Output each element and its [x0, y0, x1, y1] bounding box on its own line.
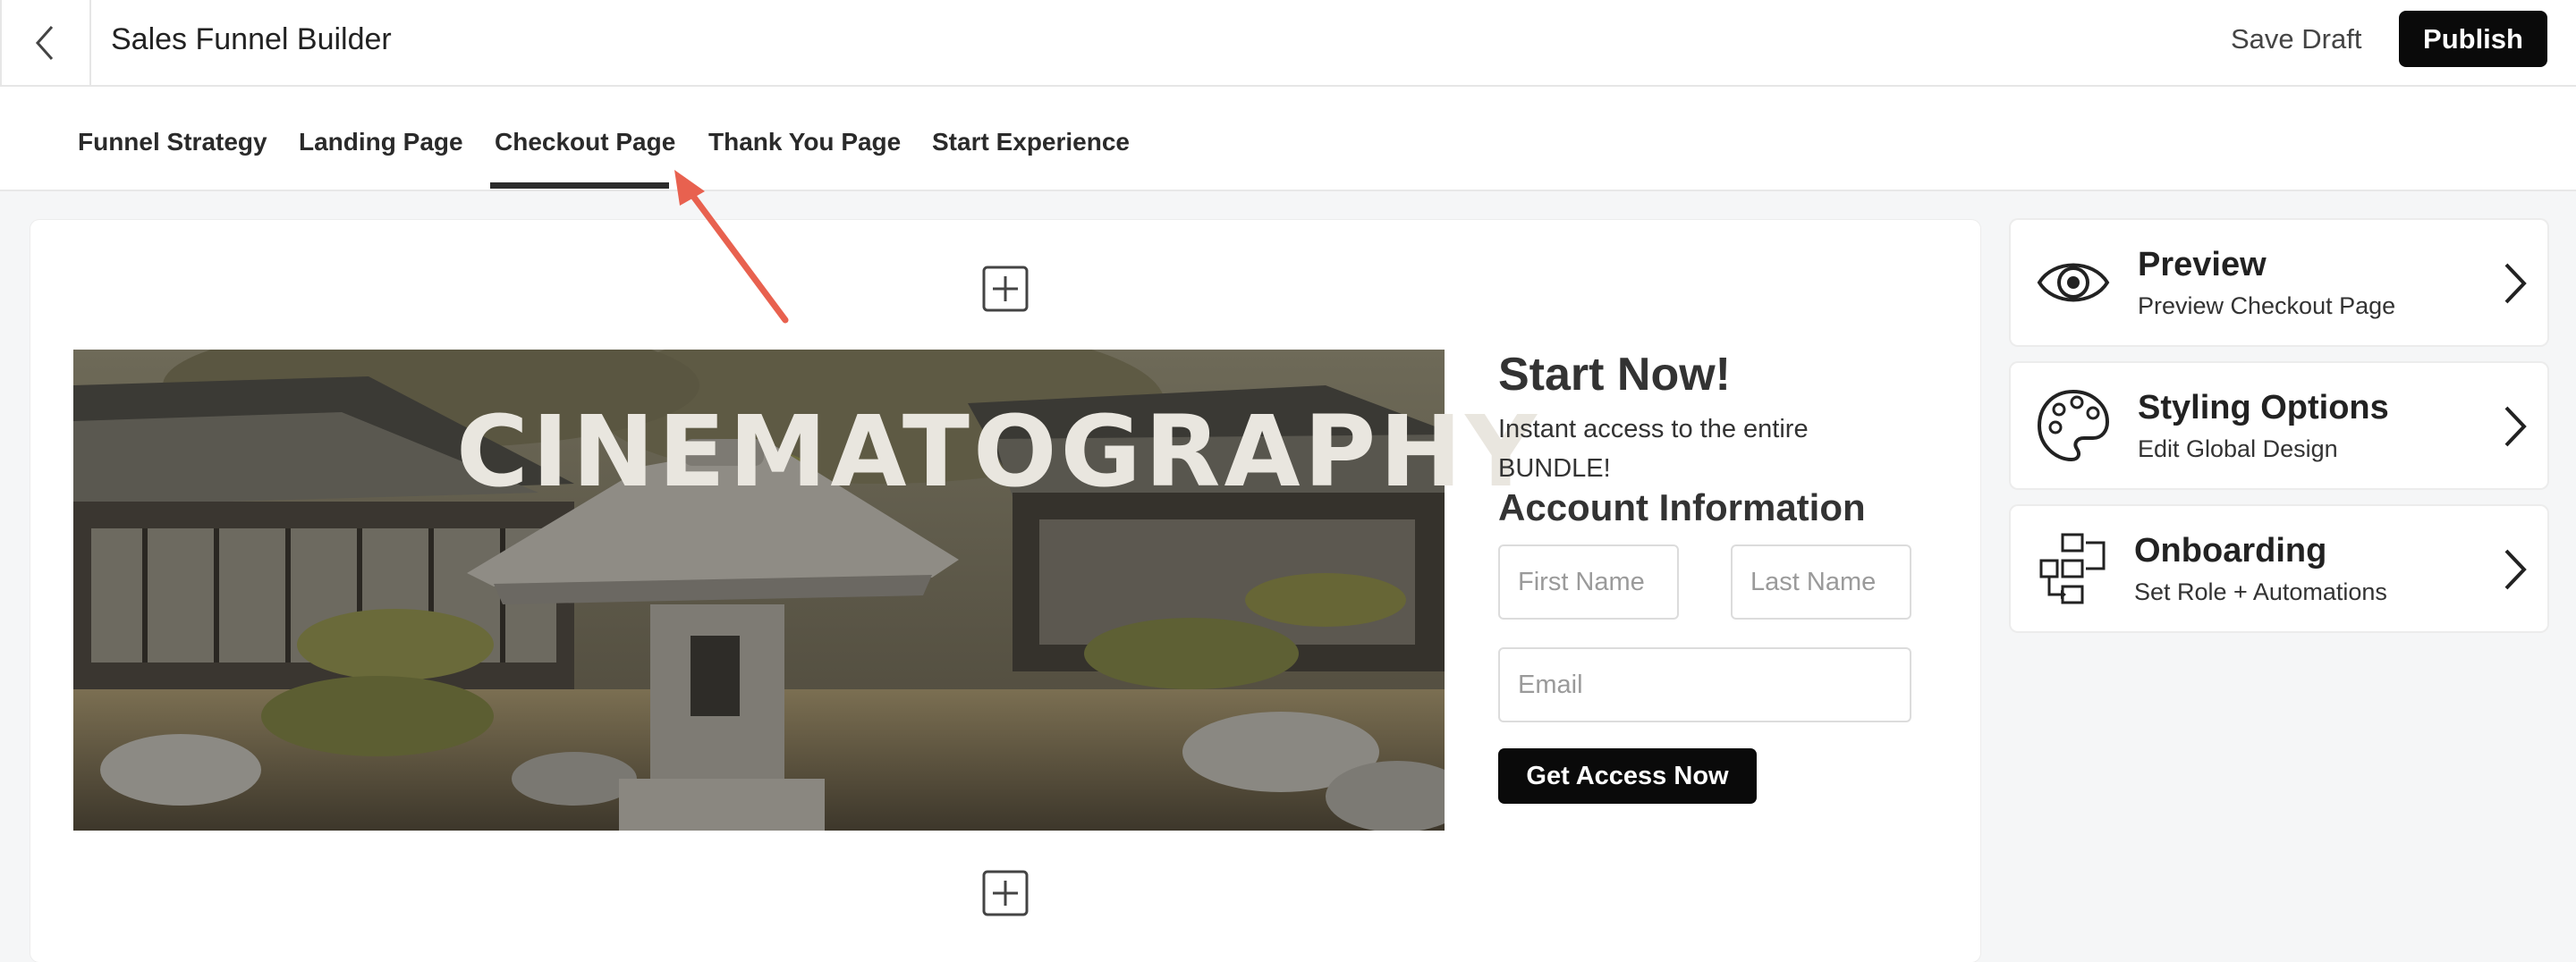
onboarding-card[interactable]: Onboarding Set Role + Automations — [2011, 506, 2547, 631]
tab-thank-you-page[interactable]: Thank You Page — [708, 126, 901, 158]
chevron-right-icon — [2504, 263, 2527, 304]
styling-options-card-title: Styling Options — [2138, 389, 2389, 426]
preview-card-subtitle: Preview Checkout Page — [2138, 292, 2396, 319]
get-access-now-button[interactable]: Get Access Now — [1498, 748, 1757, 804]
styling-options-card-subtitle: Edit Global Design — [2138, 435, 2338, 462]
palette-icon — [2037, 389, 2110, 462]
onboarding-card-title: Onboarding — [2134, 532, 2327, 570]
chevron-left-icon — [35, 25, 54, 60]
add-section-bottom-icon[interactable] — [982, 870, 1029, 916]
tab-start-experience[interactable]: Start Experience — [932, 126, 1130, 158]
annotation-arrow-icon — [674, 170, 789, 324]
hero-overlay-text: CINEMATOGRAPHY — [456, 394, 1540, 509]
active-tab-indicator — [490, 182, 669, 189]
app-title: Sales Funnel Builder — [111, 22, 392, 56]
checkout-heading: Start Now! — [1498, 349, 1731, 401]
preview-card-title: Preview — [2138, 246, 2267, 283]
tab-funnel-strategy[interactable]: Funnel Strategy — [78, 126, 267, 158]
flow-diagram-icon — [2039, 533, 2106, 604]
onboarding-card-subtitle: Set Role + Automations — [2134, 578, 2387, 605]
publish-button[interactable]: Publish — [2399, 11, 2547, 67]
chevron-right-icon — [2504, 406, 2527, 447]
eye-icon — [2037, 263, 2110, 302]
back-button[interactable] — [0, 0, 91, 85]
save-draft-button[interactable]: Save Draft — [2231, 21, 2361, 57]
tab-bar: Funnel Strategy Landing Page Checkout Pa… — [0, 87, 2576, 191]
preview-card[interactable]: Preview Preview Checkout Page — [2011, 220, 2547, 345]
styling-options-card[interactable]: Styling Options Edit Global Design — [2011, 363, 2547, 488]
email-field[interactable] — [1498, 647, 1911, 722]
tab-checkout-page[interactable]: Checkout Page — [495, 126, 675, 158]
chevron-right-icon — [2504, 549, 2527, 590]
first-name-field[interactable] — [1498, 544, 1679, 620]
top-bar: Sales Funnel Builder Save Draft Publish — [0, 0, 2576, 87]
add-section-top-icon[interactable] — [982, 266, 1029, 312]
checkout-subheading: Instant access to the entire BUNDLE! — [1498, 415, 1809, 483]
account-information-heading: Account Information — [1498, 486, 1866, 528]
tab-landing-page[interactable]: Landing Page — [299, 126, 463, 158]
last-name-field[interactable] — [1731, 544, 1911, 620]
